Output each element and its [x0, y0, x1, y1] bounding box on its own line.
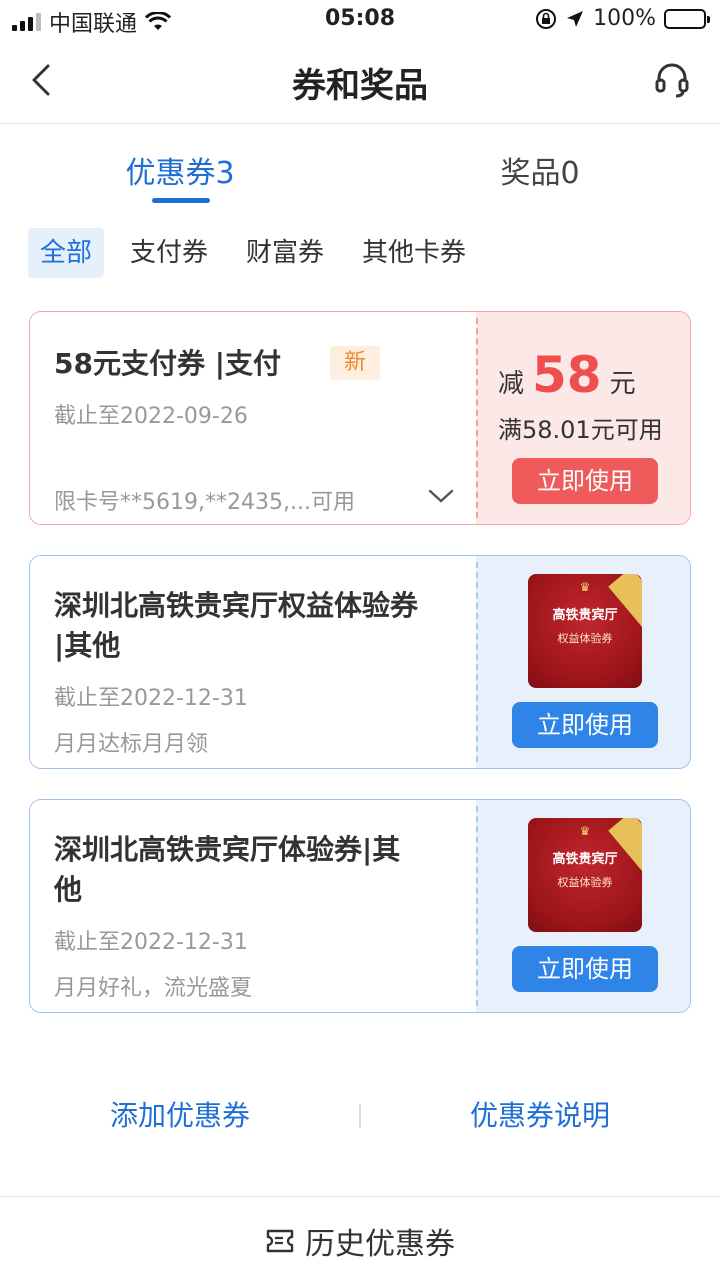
battery-icon — [664, 8, 710, 29]
coupon-card-restriction: 限卡号**5619,**2435,...可用 — [54, 490, 355, 515]
coupons-page: 中国联通 05:08 100% 券和奖品 优惠券3 奖品0 全部 支付券 财富券… — [0, 0, 720, 1280]
coupon-info: 58元支付券 |支付 新 截止至2022-09-26 限卡号**5619,**2… — [30, 312, 476, 524]
lounge-voucher-image: ♛ 高铁贵宾厅 权益体验券 — [528, 818, 642, 932]
coupon-title-line2: 他 — [54, 873, 83, 906]
voucher-image-line1: 高铁贵宾厅 — [552, 608, 618, 623]
use-now-button[interactable]: 立即使用 — [512, 458, 658, 504]
history-coupons-bar[interactable]: 历史优惠券 — [0, 1196, 720, 1280]
amount-unit: 元 — [609, 369, 636, 399]
card-divider — [476, 806, 478, 1006]
filter-payment[interactable]: 支付券 — [118, 228, 220, 278]
coupon-title-line2: |其他 — [54, 629, 121, 662]
coupon-title-line1: 深圳北高铁贵宾厅权益体验券 — [54, 589, 419, 622]
active-tab-indicator — [152, 198, 210, 203]
coupon-title: 58元支付券 |支付 — [54, 347, 281, 380]
new-badge: 新 — [330, 346, 380, 380]
coupon-card-lounge-rights[interactable]: 深圳北高铁贵宾厅权益体验券 |其他 截止至2022-12-31 月月达标月月领 … — [29, 555, 691, 769]
coupon-action-panel: ♛ 高铁贵宾厅 权益体验券 立即使用 — [476, 556, 690, 768]
voucher-image-line1: 高铁贵宾厅 — [552, 852, 618, 867]
coupon-expiry: 截止至2022-12-31 — [54, 686, 248, 711]
history-coupons-button[interactable]: 历史优惠券 — [0, 1219, 720, 1263]
coupon-note: 月月达标月月领 — [54, 732, 209, 757]
coupon-info: 深圳北高铁贵宾厅体验券|其 他 截止至2022-12-31 月月好礼，流光盛夏 — [30, 800, 476, 1012]
amount-value: 58 — [532, 346, 602, 404]
filter-bar: 全部 支付券 财富券 其他卡券 — [28, 228, 478, 278]
voucher-image-line2: 权益体验券 — [557, 632, 613, 645]
card-divider — [476, 318, 478, 518]
coupon-card-lounge-trial[interactable]: 深圳北高铁贵宾厅体验券|其 他 截止至2022-12-31 月月好礼，流光盛夏 … — [29, 799, 691, 1013]
location-arrow-icon — [567, 10, 584, 27]
crown-icon: ♛ — [579, 580, 591, 594]
status-right: 100% — [535, 6, 710, 31]
voucher-image-line2: 权益体验券 — [557, 876, 613, 889]
coupon-help-link[interactable]: 优惠券说明 — [360, 1094, 720, 1134]
tab-coupons[interactable]: 优惠券3 — [0, 148, 360, 192]
card-divider — [476, 562, 478, 762]
amount-prefix: 减 — [498, 369, 525, 399]
coupon-info: 深圳北高铁贵宾厅权益体验券 |其他 截止至2022-12-31 月月达标月月领 — [30, 556, 476, 768]
filter-wealth[interactable]: 财富券 — [234, 228, 336, 278]
coupon-threshold: 满58.01元可用 — [498, 416, 663, 444]
add-coupon-link[interactable]: 添加优惠券 — [0, 1094, 360, 1134]
coupon-card-payment[interactable]: 58元支付券 |支付 新 截止至2022-09-26 限卡号**5619,**2… — [29, 311, 691, 525]
navigation-bar: 券和奖品 — [0, 40, 720, 124]
crown-icon: ♛ — [579, 824, 591, 838]
coupon-expiry: 截止至2022-09-26 — [54, 404, 248, 429]
coupon-title-line1: 深圳北高铁贵宾厅体验券|其 — [54, 833, 401, 866]
page-title: 券和奖品 — [292, 66, 428, 106]
chevron-down-icon[interactable] — [428, 488, 454, 504]
coupon-amount: 减 58 元 — [498, 346, 636, 404]
tab-prizes[interactable]: 奖品0 — [360, 148, 720, 192]
lounge-voucher-image: ♛ 高铁贵宾厅 权益体验券 — [528, 574, 642, 688]
lock-rotation-icon — [536, 8, 557, 29]
headset-icon[interactable] — [652, 60, 692, 100]
coupon-value-panel: 减 58 元 满58.01元可用 立即使用 — [476, 312, 690, 524]
footer-links: 添加优惠券 优惠券说明 — [0, 1090, 720, 1140]
coupon-note: 月月好礼，流光盛夏 — [54, 976, 253, 1001]
use-now-button[interactable]: 立即使用 — [512, 946, 658, 992]
ticket-icon — [266, 1229, 294, 1253]
status-bar: 中国联通 05:08 100% — [0, 0, 720, 40]
history-coupons-label: 历史优惠券 — [305, 1227, 455, 1262]
filter-all[interactable]: 全部 — [28, 228, 105, 278]
coupon-action-panel: ♛ 高铁贵宾厅 权益体验券 立即使用 — [476, 800, 690, 1012]
filter-other-cards[interactable]: 其他卡券 — [350, 228, 478, 278]
use-now-button[interactable]: 立即使用 — [512, 702, 658, 748]
battery-percent: 100% — [593, 6, 656, 31]
tab-bar: 优惠券3 奖品0 — [0, 124, 720, 214]
coupon-expiry: 截止至2022-12-31 — [54, 930, 248, 955]
